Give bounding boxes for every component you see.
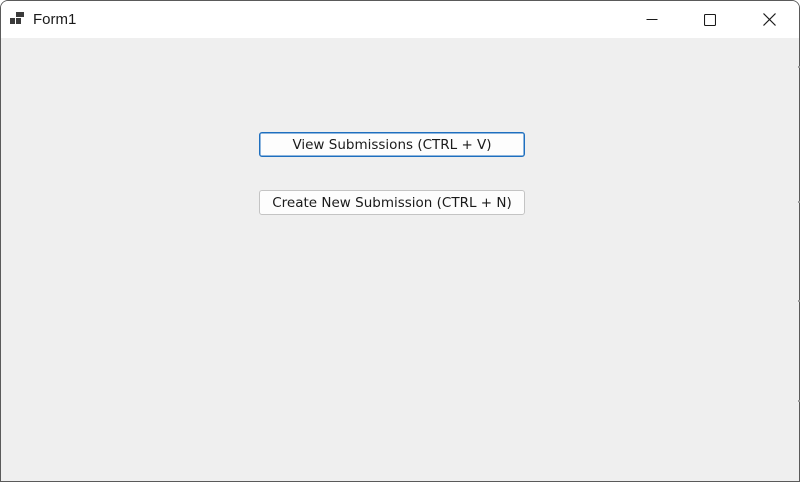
form-app-icon (10, 12, 24, 24)
window-title: Form1 (33, 11, 77, 28)
maximize-icon (704, 13, 716, 26)
minimize-button[interactable] (623, 1, 681, 38)
view-submissions-button[interactable]: View Submissions (CTRL + V) (259, 132, 525, 157)
close-button[interactable] (740, 1, 798, 38)
maximize-button[interactable] (681, 1, 739, 38)
title-bar[interactable]: Form1 (1, 1, 799, 38)
form-client-area: View Submissions (CTRL + V) Create New S… (1, 38, 799, 481)
minimize-icon (646, 18, 658, 20)
close-icon (762, 13, 776, 26)
app-window: Form1 View Submissions (CTRL + V) Create… (0, 0, 800, 482)
create-submission-button[interactable]: Create New Submission (CTRL + N) (259, 190, 525, 215)
